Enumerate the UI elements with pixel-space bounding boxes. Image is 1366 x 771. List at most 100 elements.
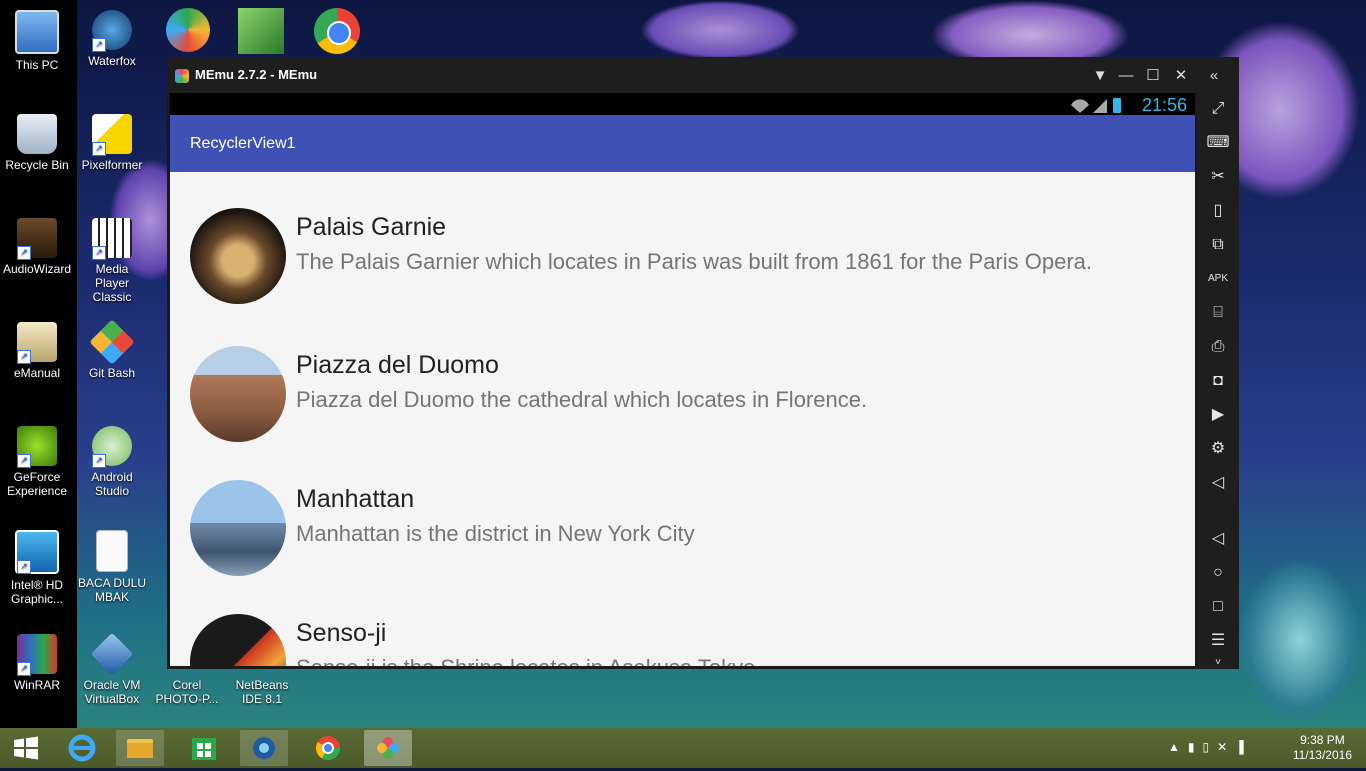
maximize-button[interactable]: ☐ <box>1142 65 1164 87</box>
item-title: Palais Garnie <box>296 213 447 241</box>
memu-taskbar-icon[interactable] <box>364 730 412 766</box>
desktop-icon-label: Media Player Classic <box>92 262 132 304</box>
desktop-icon-label: Pixelformer <box>81 158 143 172</box>
settings-gear-icon[interactable]: ⚙ <box>1206 437 1230 461</box>
desktop-icon-baca-dulu[interactable]: BACA DULU MBAK <box>77 530 147 604</box>
minimize-button[interactable]: — <box>1115 65 1137 87</box>
git-icon <box>89 319 135 365</box>
desktop-icon-label: Recycle Bin <box>5 158 69 172</box>
window-titlebar[interactable]: MEmu 2.7.2 - MEmu ▼ — ☐ ✕ « <box>167 57 1239 93</box>
intel-icon: ↗ <box>15 530 59 574</box>
item-title: Manhattan <box>296 485 415 513</box>
desktop-icon-label: GeForce Experience <box>6 470 68 498</box>
desktop-icon-label: WinRAR <box>13 678 60 692</box>
desktop-icon-audiowizard[interactable]: ↗ AudioWizard <box>2 218 72 276</box>
desktop-icon-label: AudioWizard <box>2 262 72 276</box>
apk-install-icon[interactable]: APK <box>1206 267 1230 291</box>
list-item[interactable]: Palais Garnie The Palais Garnier which l… <box>170 208 1195 318</box>
mouse-icon[interactable]: ◘ <box>1206 369 1230 393</box>
list-item[interactable]: Piazza del Duomo Piazza del Duomo the ca… <box>170 346 1195 456</box>
menu-dropdown-icon[interactable]: ▼ <box>1089 65 1111 87</box>
computer-icon <box>15 10 59 54</box>
manhattan-image <box>190 480 286 576</box>
desktop-icon-netbeans[interactable]: NetBeans IDE 8.1 <box>227 678 297 706</box>
desktop-icon-corel[interactable]: Corel PHOTO-P... <box>152 678 222 706</box>
clock-time: 9:38 PM <box>1300 733 1345 747</box>
waterfox-taskbar-icon[interactable] <box>240 730 288 766</box>
desktop-icon-pixelformer[interactable]: ↗ Pixelformer <box>77 114 147 172</box>
shake-icon[interactable]: ▯ <box>1206 199 1230 223</box>
shared-folder-icon[interactable]: ⌸ <box>1206 301 1230 325</box>
desktop-icon-this-pc[interactable]: This PC <box>2 10 72 72</box>
back-icon[interactable]: ◁ <box>1206 527 1230 551</box>
desktop-icon-recycle-bin[interactable]: Recycle Bin <box>2 114 72 172</box>
pixelformer-icon: ↗ <box>92 114 132 156</box>
desktop-icon-label: Intel® HD Graphic... <box>10 578 64 606</box>
list-item[interactable]: Manhattan Manhattan is the district in N… <box>170 480 1195 590</box>
location-icon[interactable]: ⎙ <box>1206 335 1230 359</box>
desktop-icon-virtualbox[interactable]: Oracle VM VirtualBox <box>77 632 147 706</box>
clock[interactable]: 9:38 PM 11/13/2016 <box>1293 733 1352 763</box>
android-studio-icon: ↗ <box>92 426 132 468</box>
chrome-icon[interactable] <box>314 8 360 54</box>
text-file-icon <box>96 530 128 572</box>
wallpaper-flower <box>640 0 800 60</box>
memu-window: MEmu 2.7.2 - MEmu ▼ — ☐ ✕ « 21:56 Recycl… <box>167 57 1239 669</box>
recycler-view[interactable]: Palais Garnie The Palais Garnier which l… <box>170 172 1195 666</box>
camtasia-icon[interactable] <box>238 8 284 54</box>
recent-apps-icon[interactable]: □ <box>1206 595 1230 619</box>
rotate-icon[interactable]: ⧉ <box>1206 233 1230 257</box>
wallpaper-glow <box>1240 560 1360 720</box>
desktop-icon-git-bash[interactable]: Git Bash <box>77 319 147 380</box>
status-time: 21:56 <box>1141 95 1187 115</box>
system-tray-icons[interactable]: ▲▮▯✕▐ <box>1168 740 1252 754</box>
collapse-sidebar-icon[interactable]: « <box>1203 65 1225 87</box>
home-icon[interactable]: ○ <box>1206 561 1230 585</box>
desktop-icon-winrar[interactable]: ↗ WinRAR <box>2 634 72 692</box>
signal-icons <box>1071 98 1121 113</box>
memu-logo-icon <box>175 69 189 83</box>
desktop-icon-android-studio[interactable]: ↗ Android Studio <box>77 426 147 498</box>
desktop-icon-label: Corel PHOTO-P... <box>155 678 219 706</box>
more-chevron-icon[interactable]: ˅ <box>1206 651 1230 675</box>
waterfox-icon: ↗ <box>92 10 132 52</box>
chrome-taskbar-icon[interactable] <box>304 730 352 766</box>
item-description: Piazza del Duomo the cathedral which loc… <box>296 387 868 412</box>
menu-list-icon[interactable]: ☰ <box>1206 629 1230 653</box>
senso-ji-image <box>190 614 286 666</box>
volume-icon[interactable]: ◁ <box>1206 471 1230 495</box>
record-video-icon[interactable]: ▶ <box>1206 403 1230 427</box>
download-manager-icon[interactable] <box>166 8 210 52</box>
desktop-icon-label: Oracle VM VirtualBox <box>83 678 141 706</box>
fullscreen-icon[interactable]: ⤢ <box>1206 97 1230 121</box>
nvidia-icon: ↗ <box>17 426 57 468</box>
desktop-icon-label: eManual <box>13 366 61 380</box>
winrar-icon: ↗ <box>17 634 57 676</box>
item-title: Piazza del Duomo <box>296 351 499 379</box>
list-item[interactable]: Senso-ji Senso-ji is the Shrine locates … <box>170 614 1195 666</box>
windows-start-icon[interactable] <box>2 730 50 766</box>
memu-side-toolbar: ⤢ ⌨ ✂ ▯ ⧉ APK ⌸ ⎙ ◘ ▶ ⚙ ◁ ◁ ○ □ ☰ ˅ <box>1197 93 1239 669</box>
desktop-icon-label: Android Studio <box>91 470 133 498</box>
keyboard-icon[interactable]: ⌨ <box>1206 131 1230 155</box>
file-explorer-icon[interactable] <box>116 730 164 766</box>
desktop-icon-label: Waterfox <box>88 54 136 68</box>
item-description: The Palais Garnier which locates in Pari… <box>296 249 1093 274</box>
android-status-bar: 21:56 <box>170 93 1195 115</box>
internet-explorer-icon[interactable] <box>58 730 106 766</box>
app-toolbar: RecyclerView1 <box>170 115 1195 172</box>
desktop-icon-emanual[interactable]: ↗ eManual <box>2 322 72 380</box>
desktop-icon-media-player-classic[interactable]: ↗ Media Player Classic <box>77 218 147 304</box>
virtualbox-icon <box>90 632 134 676</box>
item-title: Senso-ji <box>296 619 387 647</box>
desktop-icon-intel-hd[interactable]: ↗ Intel® HD Graphic... <box>2 530 72 606</box>
window-title: MEmu 2.7.2 - MEmu <box>195 67 318 82</box>
desktop-icon-label: NetBeans IDE 8.1 <box>235 678 289 706</box>
desktop-icon-waterfox[interactable]: ↗ Waterfox <box>77 10 147 68</box>
close-button[interactable]: ✕ <box>1170 65 1192 87</box>
windows-taskbar: ▲▮▯✕▐ 9:38 PM 11/13/2016 <box>0 728 1366 768</box>
screenshot-scissors-icon[interactable]: ✂ <box>1206 165 1230 189</box>
desktop-icon-label: BACA DULU MBAK <box>77 576 147 604</box>
windows-store-icon[interactable] <box>180 730 228 766</box>
desktop-icon-geforce[interactable]: ↗ GeForce Experience <box>2 426 72 498</box>
